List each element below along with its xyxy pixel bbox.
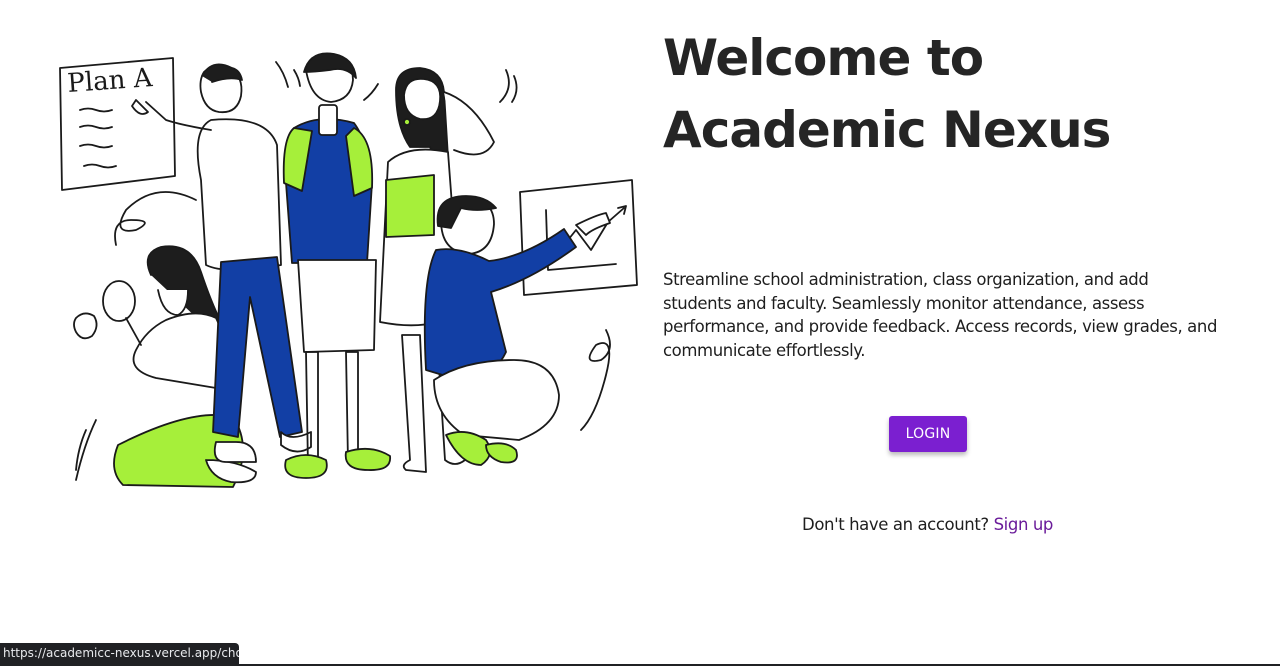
- signup-row: Don't have an account? Sign up: [680, 515, 1175, 534]
- hero-description: Streamline school administration, class …: [663, 270, 1218, 360]
- status-bar-url: https://academicc-nexus.vercel.app/choos…: [0, 643, 239, 664]
- hero-illustration: Plan A: [59, 52, 638, 488]
- login-button[interactable]: LOGIN: [889, 416, 967, 452]
- chart-board: [519, 179, 638, 296]
- plan-board-text: Plan A: [66, 63, 154, 99]
- signup-prompt: Don't have an account?: [802, 515, 994, 534]
- signup-link[interactable]: Sign up: [994, 515, 1054, 534]
- page-title: Welcome to Academic Nexus: [663, 29, 1111, 159]
